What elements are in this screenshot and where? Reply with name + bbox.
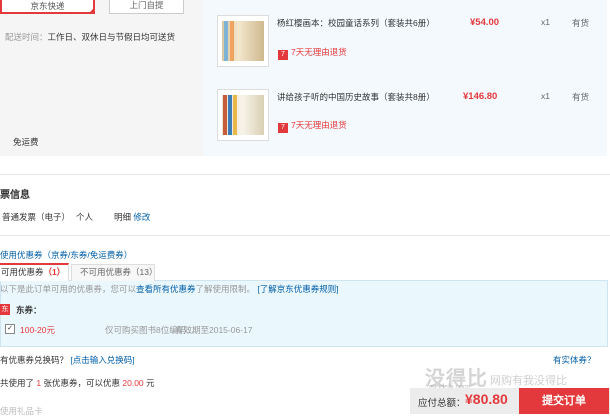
redeem-code-link[interactable]: [点击输入兑换码] xyxy=(70,355,134,365)
product-price-1: ¥54.00 xyxy=(470,17,500,28)
gift-card-link[interactable]: 使用礼品卡 xyxy=(0,405,43,417)
coupon-validity: 有效期至2015-06-17 xyxy=(175,325,253,335)
product-title-2[interactable]: 讲给孩子听的中国历史故事（套装共8册） xyxy=(277,91,435,103)
invoice-section-title: 票信息 xyxy=(0,190,30,201)
product-image-1[interactable] xyxy=(217,15,269,67)
divider xyxy=(0,235,610,236)
invoice-owner: 个人 xyxy=(76,212,94,222)
product-stock-2: 有货 xyxy=(572,92,590,102)
product-qty-2: x1 xyxy=(541,91,550,101)
free-shipping-label: 免运费 xyxy=(13,137,39,147)
book-cover xyxy=(222,21,264,61)
product-title-1[interactable]: 杨红樱画本：校园童话系列（套装共6册） xyxy=(277,17,435,29)
product-image-2[interactable] xyxy=(217,89,269,141)
submit-order-button[interactable]: 提交订单 xyxy=(519,388,609,414)
redeem-code-row: 有优惠券兑换码？ [点击输入兑换码] xyxy=(0,355,135,365)
tab-available-coupons[interactable]: 可用优惠券（1） xyxy=(0,263,69,281)
view-all-coupons-link[interactable]: 查看所有优惠券 xyxy=(136,284,196,294)
jd-coupon-label: 东券： xyxy=(16,305,42,315)
total-amount: ¥80.80 xyxy=(465,391,508,407)
delivery-time-label: 配送时间： xyxy=(5,32,48,42)
shipping-tab-jd-express[interactable]: 京东快递 xyxy=(0,0,95,14)
divider xyxy=(0,174,610,175)
invoice-content: 明细 修改 xyxy=(114,212,151,222)
jd-coupon-icon: 东 xyxy=(0,304,10,315)
entity-coupon-link[interactable]: 有实体券？ xyxy=(553,354,596,366)
delivery-time: 配送时间：工作日、双休日与节假日均可送货 xyxy=(5,31,175,43)
invoice-edit-link[interactable]: 修改 xyxy=(133,212,150,222)
tab-unavailable-coupons[interactable]: 不可用优惠券（13） xyxy=(71,264,157,281)
product-stock-1: 有货 xyxy=(572,18,590,28)
return-policy-1[interactable]: 7 7天无理由退货 xyxy=(278,46,347,60)
invoice-type: 普通发票（电子） xyxy=(2,212,71,222)
product-qty-1: x1 xyxy=(541,17,550,27)
product-price-2: ¥146.80 xyxy=(463,91,498,102)
shipping-tab-self-pickup[interactable]: 上门自提 xyxy=(109,0,184,14)
return-badge-icon: 7 xyxy=(278,50,288,60)
coupon-summary: 共使用了 1 张优惠券，可以优惠 20.00 元 xyxy=(0,378,155,388)
watermark-slogan: 网购有我没得比 xyxy=(490,375,567,387)
coupon-amount: 100-20元 xyxy=(20,325,55,335)
use-coupon-link[interactable]: 使用优惠券（京券/东券/免运费券） xyxy=(0,249,132,261)
coupon-hint: 以下是此订单可用的优惠券，您可以查看所有优惠券了解使用限制。 [了解京东优惠券规… xyxy=(0,284,339,294)
return-badge-icon: 7 xyxy=(278,123,288,133)
delivery-time-value: 工作日、双休日与节假日均可送货 xyxy=(47,32,176,42)
total-label: 应付总额： xyxy=(418,398,466,409)
coupon-rules-link[interactable]: [了解京东优惠券规则] xyxy=(257,284,338,294)
coupon-checkbox[interactable]: ✓ xyxy=(5,324,15,334)
shipping-panel xyxy=(0,0,203,156)
return-policy-2[interactable]: 7 7天无理由退货 xyxy=(278,119,347,133)
